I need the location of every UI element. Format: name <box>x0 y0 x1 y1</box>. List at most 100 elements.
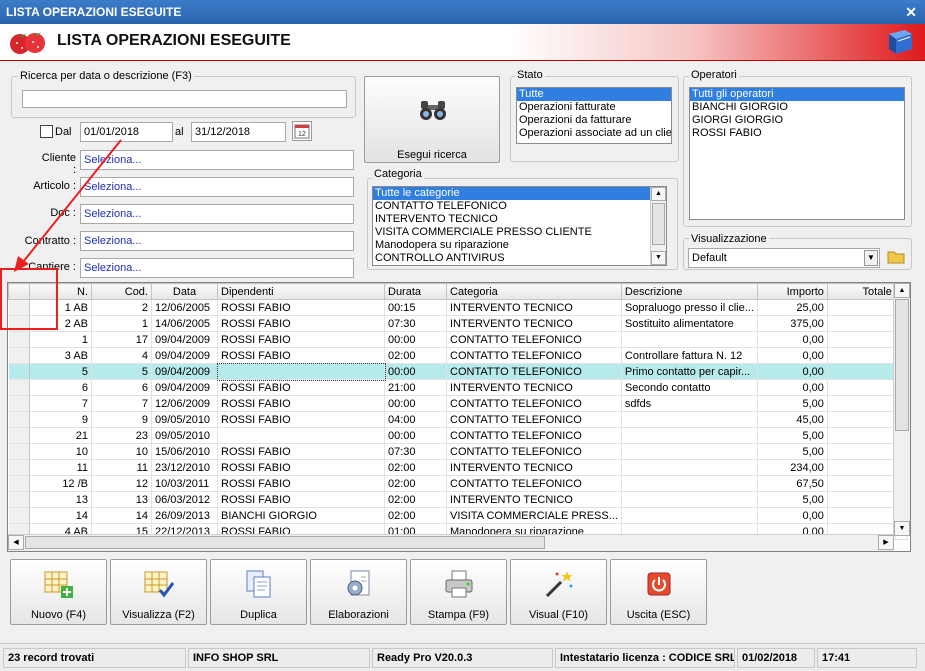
stampa-button-label: Stampa (F9) <box>427 609 490 621</box>
operatori-listbox[interactable]: Tutti gli operatori BIANCHI GIORGIO GIOR… <box>689 87 905 220</box>
table-row[interactable]: 13 13 06/03/2012 ROSSI FABIO 02:00 INTERVENTO… <box>8 491 908 508</box>
table-row[interactable]: 10 10 15/06/2010 ROSSI FABIO 07:30 CONTATTO T… <box>8 443 908 460</box>
table-row[interactable]: 14 14 26/09/2013 BIANCHI GIORGIO 02:00 VISITA… <box>8 507 908 524</box>
visualizzazione-label: Visualizzazione <box>689 233 769 245</box>
table-vertical-scrollbar[interactable]: ▲ ▼ <box>893 283 910 536</box>
uscita-button[interactable]: Uscita (ESC) <box>610 559 707 625</box>
operations-table[interactable]: N. Cod. Data Dipendenti Durata Categoria… <box>7 282 911 552</box>
table-cell: 26/09/2013 <box>151 507 218 524</box>
table-row[interactable]: 21 23 09/05/2010 00:00 CONTATTO TELEFONICO 5,… <box>8 427 908 444</box>
categoria-item[interactable]: CONTATTO TELEFONICO <box>373 200 666 213</box>
nuovo-button[interactable]: Nuovo (F4) <box>10 559 107 625</box>
scroll-down-icon[interactable]: ▼ <box>894 521 910 536</box>
doc-field[interactable]: Seleziona... <box>80 204 354 224</box>
table-row[interactable]: 9 9 09/05/2010 ROSSI FABIO 04:00 CONTATTO TEL… <box>8 411 908 428</box>
column-header-data[interactable]: Data <box>151 283 218 300</box>
categoria-scrollbar[interactable]: ▲ ▼ <box>650 187 666 265</box>
operatori-item[interactable]: GIORGI GIORGIO <box>690 114 904 127</box>
table-cell: 10/03/2011 <box>151 475 218 492</box>
table-horizontal-scrollbar[interactable]: ◀ ▶ <box>8 534 894 551</box>
cliente-field[interactable]: Seleziona... <box>80 150 354 170</box>
stato-item[interactable]: Operazioni da fatturare <box>517 114 671 127</box>
search-text-input[interactable] <box>22 90 347 108</box>
categoria-item[interactable]: CONTROLLO ANTIVIRUS <box>373 252 666 265</box>
categoria-item[interactable]: INTERVENTO TECNICO <box>373 213 666 226</box>
visualizza-button[interactable]: Visualizza (F2) <box>110 559 207 625</box>
column-header-durata[interactable]: Durata <box>384 283 447 300</box>
row-indicator[interactable] <box>8 475 30 492</box>
table-row[interactable]: 7 7 12/06/2009 ROSSI FABIO 00:00 CONTATTO TEL… <box>8 395 908 412</box>
folder-icon[interactable] <box>886 246 906 266</box>
scroll-right-icon[interactable]: ▶ <box>878 535 894 550</box>
chevron-down-icon[interactable]: ▼ <box>864 250 878 266</box>
row-indicator[interactable] <box>8 427 30 444</box>
table-cell: 9 <box>91 411 152 428</box>
row-indicator[interactable] <box>8 411 30 428</box>
status-bar: 23 record trovati INFO SHOP SRL Ready Pr… <box>0 643 925 671</box>
visualizzazione-select[interactable]: Default <box>688 248 880 268</box>
scroll-up-icon[interactable]: ▲ <box>894 283 910 298</box>
dal-checkbox[interactable] <box>40 125 53 138</box>
categoria-listbox[interactable]: Tutte le categorie CONTATTO TELEFONICO I… <box>372 186 667 266</box>
row-indicator[interactable] <box>8 347 30 364</box>
table-cell: 67,50 <box>757 475 828 492</box>
row-indicator[interactable] <box>8 379 30 396</box>
table-row[interactable]: 12 /B 12 10/03/2011 ROSSI FABIO 02:00 CONTATT… <box>8 475 908 492</box>
search-button[interactable]: Esegui ricerca <box>364 76 500 163</box>
operatori-item[interactable]: BIANCHI GIORGIO <box>690 101 904 114</box>
operatori-item[interactable]: Tutti gli operatori <box>690 88 904 101</box>
table-cell: BIANCHI GIORGIO <box>217 507 385 524</box>
table-row[interactable]: 11 11 23/12/2010 ROSSI FABIO 02:00 INTERVENTO… <box>8 459 908 476</box>
date-to-input[interactable]: 31/12/2018 <box>191 122 286 142</box>
categoria-item[interactable]: Manodopera su riparazione <box>373 239 666 252</box>
calendar-icon[interactable]: 12 <box>292 121 312 141</box>
gear-document-icon <box>347 570 370 596</box>
row-indicator[interactable] <box>8 459 30 476</box>
status-date: 01/02/2018 <box>737 648 815 668</box>
close-icon[interactable]: ✕ <box>905 4 917 21</box>
stato-item[interactable]: Tutte <box>517 88 671 101</box>
table-row[interactable]: 2 AB 1 14/06/2005 ROSSI FABIO 07:30 INTERVENT… <box>8 315 908 332</box>
scroll-down-icon[interactable]: ▼ <box>651 251 666 265</box>
articolo-field[interactable]: Seleziona... <box>80 177 354 197</box>
row-indicator[interactable] <box>8 507 30 524</box>
scroll-thumb[interactable] <box>25 536 545 549</box>
column-header-categoria[interactable]: Categoria <box>446 283 622 300</box>
stato-listbox[interactable]: Tutte Operazioni fatturate Operazioni da… <box>516 87 672 144</box>
table-row[interactable]: 1 AB 2 12/06/2005 ROSSI FABIO 00:15 INTERVENT… <box>8 299 908 316</box>
column-header-totale[interactable]: Totale <box>826 283 896 300</box>
column-header-cod[interactable]: Cod. <box>91 283 152 300</box>
scroll-thumb[interactable] <box>895 299 909 431</box>
cantiere-field[interactable]: Seleziona... <box>80 258 354 278</box>
scroll-thumb[interactable] <box>652 203 665 245</box>
column-header-dipendenti[interactable]: Dipendenti <box>217 283 385 300</box>
categoria-item[interactable]: VISITA COMMERCIALE PRESSO CLIENTE <box>373 226 666 239</box>
categoria-item[interactable]: Tutte le categorie <box>373 187 651 200</box>
row-indicator[interactable] <box>8 443 30 460</box>
operatori-item[interactable]: ROSSI FABIO <box>690 127 904 140</box>
table-row[interactable]: 5 5 09/04/2009 00:00 CONTATTO TELEFONICO Prim… <box>8 362 908 381</box>
table-cell: 12/06/2009 <box>151 395 218 412</box>
table-row[interactable]: 1 17 09/04/2009 ROSSI FABIO 00:00 CONTATTO TE… <box>8 331 908 348</box>
table-row[interactable]: 6 6 09/04/2009 ROSSI FABIO 21:00 INTERVENTO T… <box>8 379 908 396</box>
visual-button[interactable]: Visual (F10) <box>510 559 607 625</box>
date-from-input[interactable]: 01/01/2018 <box>80 122 173 142</box>
elaborazioni-button[interactable]: Elaborazioni <box>310 559 407 625</box>
scroll-up-icon[interactable]: ▲ <box>651 187 666 201</box>
help-book-icon[interactable] <box>885 28 915 56</box>
row-indicator[interactable] <box>8 363 30 380</box>
contratto-field[interactable]: Seleziona... <box>80 231 354 251</box>
column-header-descrizione[interactable]: Descrizione <box>620 283 758 300</box>
table-cell: 00:00 <box>384 427 447 444</box>
row-indicator[interactable] <box>8 491 30 508</box>
row-indicator[interactable] <box>8 395 30 412</box>
table-row[interactable]: 3 AB 4 09/04/2009 ROSSI FABIO 02:00 CONTATTO … <box>8 347 908 364</box>
scroll-left-icon[interactable]: ◀ <box>8 535 24 550</box>
table-cell: 07:30 <box>384 443 447 460</box>
stato-item[interactable]: Operazioni associate ad un cliente <box>517 127 671 140</box>
duplica-button[interactable]: Duplica <box>210 559 307 625</box>
stato-item[interactable]: Operazioni fatturate <box>517 101 671 114</box>
column-header-importo[interactable]: Importo <box>756 283 828 300</box>
row-indicator[interactable] <box>8 331 30 348</box>
stampa-button[interactable]: Stampa (F9) <box>410 559 507 625</box>
